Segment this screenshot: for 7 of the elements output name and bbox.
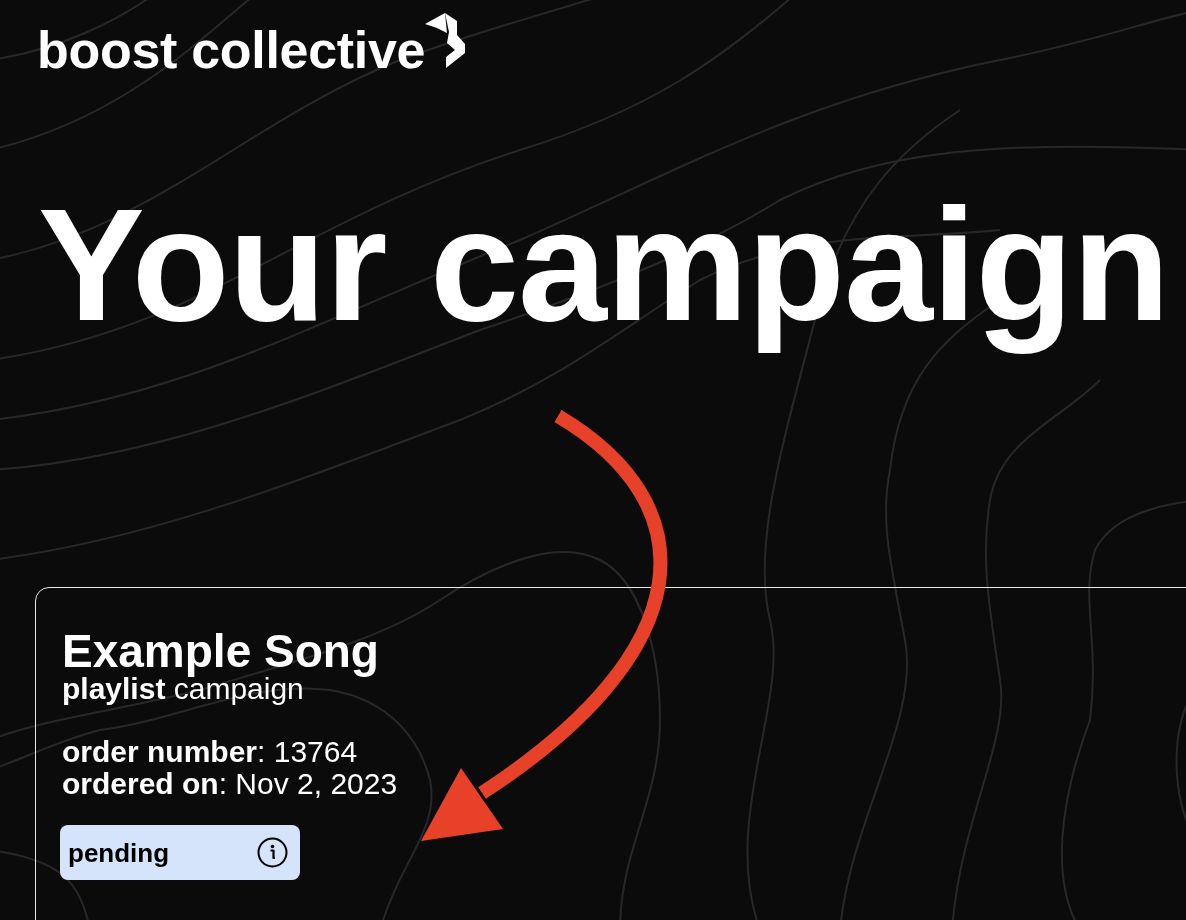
page-title: Your campaign	[38, 174, 1170, 356]
order-detail: order number: 13764	[62, 736, 359, 768]
info-icon[interactable]	[257, 837, 288, 868]
status-label: pending	[68, 836, 170, 869]
brand-name: boost collective	[37, 22, 426, 78]
logo-mark-icon	[425, 13, 466, 68]
order-detail: ordered on: Nov 2, 2023	[62, 768, 399, 800]
